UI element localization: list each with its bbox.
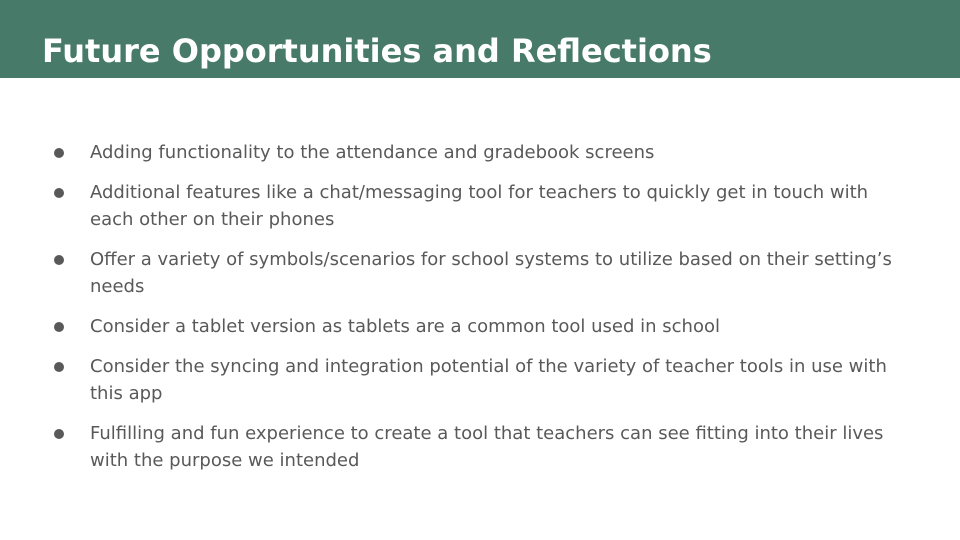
bullet-text: Offer a variety of symbols/scenarios for… [90, 249, 892, 297]
bullet-item: Consider the syncing and integration pot… [54, 353, 914, 407]
bullet-item: Additional features like a chat/messagin… [54, 179, 914, 233]
bullet-item: Fulfilling and fun experience to create … [54, 420, 914, 474]
bullet-dot-icon [54, 322, 64, 332]
bullet-text: Consider the syncing and integration pot… [90, 356, 887, 404]
slide: Future Opportunities and Reflections Add… [0, 0, 960, 540]
bullet-item: Adding functionality to the attendance a… [54, 139, 914, 166]
bullet-dot-icon [54, 362, 64, 372]
title-bar: Future Opportunities and Reflections [0, 0, 960, 78]
bullet-text: Fulfilling and fun experience to create … [90, 423, 884, 471]
bullet-text: Additional features like a chat/messagin… [90, 182, 869, 230]
bullet-dot-icon [54, 148, 64, 158]
bullet-dot-icon [54, 429, 64, 439]
bullet-text: Consider a tablet version as tablets are… [90, 316, 720, 337]
bullet-list: Adding functionality to the attendance a… [54, 139, 914, 487]
bullet-dot-icon [54, 255, 64, 265]
bullet-item: Offer a variety of symbols/scenarios for… [54, 246, 914, 300]
bullet-dot-icon [54, 188, 64, 198]
bullet-text: Adding functionality to the attendance a… [90, 142, 655, 163]
slide-title: Future Opportunities and Reflections [42, 32, 712, 70]
bullet-item: Consider a tablet version as tablets are… [54, 313, 914, 340]
